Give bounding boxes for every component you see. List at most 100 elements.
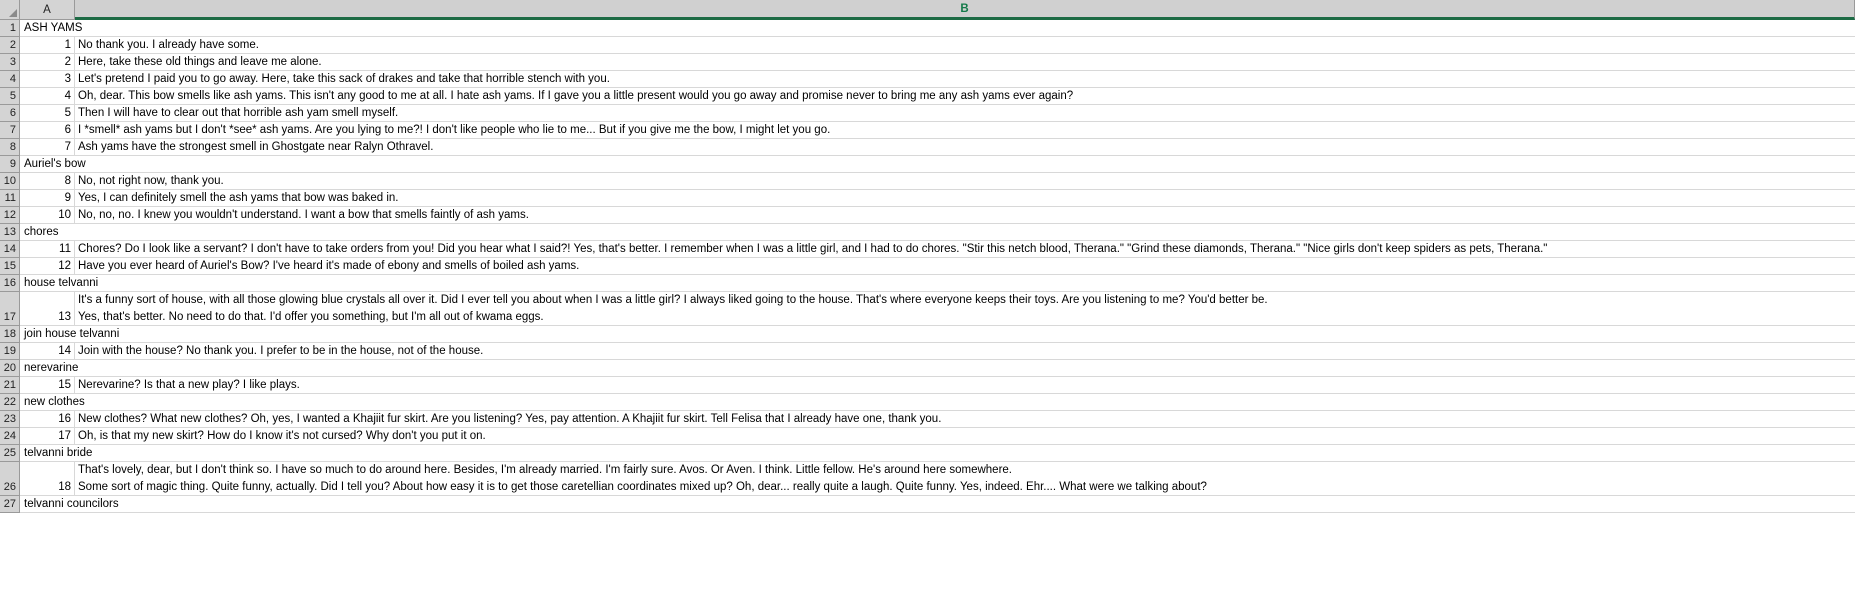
row-header[interactable]: 25 [0, 445, 20, 462]
cell-b[interactable] [75, 156, 1855, 173]
cell-b[interactable]: Ash yams have the strongest smell in Gho… [75, 139, 1855, 156]
row-header[interactable]: 23 [0, 411, 20, 428]
cell-a-topic[interactable]: telvanni bride [20, 445, 92, 462]
cell-b[interactable]: Have you ever heard of Auriel's Bow? I'v… [75, 258, 1855, 275]
row-header[interactable]: 21 [0, 377, 20, 394]
table-row[interactable]: 8 7 Ash yams have the strongest smell in G… [0, 139, 1855, 156]
row-header[interactable]: 24 [0, 428, 20, 445]
cell-b[interactable] [75, 275, 1855, 292]
cell-a[interactable]: 18 [20, 462, 75, 496]
row-header[interactable]: 5 [0, 88, 20, 105]
row-header[interactable]: 15 [0, 258, 20, 275]
cell-a-index[interactable]: 7 [20, 139, 75, 156]
table-row[interactable]: 11 9 Yes, I can definitely smell the ash y… [0, 190, 1855, 207]
row-header[interactable]: 1 [0, 20, 20, 37]
table-row[interactable]: 14 11 Chores? Do I look like a servant? I … [0, 241, 1855, 258]
table-row[interactable]: 21 15 Nerevarine? Is that a new play? I li… [0, 377, 1855, 394]
cell-a-index[interactable]: 4 [20, 88, 75, 105]
row-header[interactable]: 12 [0, 207, 20, 224]
cell-a-index[interactable]: 8 [20, 173, 75, 190]
cell-b[interactable]: Yes, I can definitely smell the ash yams… [75, 190, 1855, 207]
row-header[interactable]: 20 [0, 360, 20, 377]
cell-b[interactable]: New clothes? What new clothes? Oh, yes, … [75, 411, 1855, 428]
table-row[interactable]: 18 join house telvanni [0, 326, 1855, 343]
cell-b[interactable]: Here, take these old things and leave me… [75, 54, 1855, 71]
row-header[interactable]: 26 [0, 462, 20, 496]
table-row[interactable]: 2 1 No thank you. I already have some. [0, 37, 1855, 54]
cell-a-index[interactable]: 2 [20, 54, 75, 71]
row-header[interactable]: 13 [0, 224, 20, 241]
cell-a-topic[interactable]: nerevarine [20, 360, 78, 377]
table-row[interactable]: 15 12 Have you ever heard of Auriel's Bow?… [0, 258, 1855, 275]
table-row[interactable]: 25 telvanni bride [0, 445, 1855, 462]
cell-a-index[interactable]: 1 [20, 37, 75, 54]
cell-b[interactable]: It's a funny sort of house, with all tho… [75, 292, 1855, 326]
row-header[interactable]: 14 [0, 241, 20, 258]
table-row[interactable]: 23 16 New clothes? What new clothes? Oh, y… [0, 411, 1855, 428]
cell-b[interactable]: No, not right now, thank you. [75, 173, 1855, 190]
cell-b[interactable]: Oh, is that my new skirt? How do I know … [75, 428, 1855, 445]
cell-a-topic[interactable]: join house telvanni [20, 326, 119, 343]
cell-a-index[interactable]: 14 [20, 343, 75, 360]
cell-b[interactable]: Join with the house? No thank you. I pre… [75, 343, 1855, 360]
column-header-a[interactable]: A [20, 0, 75, 20]
table-row[interactable]: 17 13 It's a funny sort of house, with all… [0, 292, 1855, 326]
table-row[interactable]: 6 5 Then I will have to clear out that hor… [0, 105, 1855, 122]
cell-a[interactable]: 13 [20, 292, 75, 326]
cell-b[interactable] [75, 445, 1855, 462]
cell-b[interactable]: Let's pretend I paid you to go away. Her… [75, 71, 1855, 88]
table-row[interactable]: 24 17 Oh, is that my new skirt? How do I k… [0, 428, 1855, 445]
cell-b[interactable]: Oh, dear. This bow smells like ash yams.… [75, 88, 1855, 105]
table-row[interactable]: 9 Auriel's bow [0, 156, 1855, 173]
table-row[interactable]: 1 ASH YAMS [0, 20, 1855, 37]
table-row[interactable]: 19 14 Join with the house? No thank you. I… [0, 343, 1855, 360]
cell-a-index[interactable]: 9 [20, 190, 75, 207]
row-header[interactable]: 22 [0, 394, 20, 411]
table-row[interactable]: 20 nerevarine [0, 360, 1855, 377]
table-row[interactable]: 12 10 No, no, no. I knew you wouldn't unde… [0, 207, 1855, 224]
select-all-corner[interactable] [0, 0, 20, 20]
row-header[interactable]: 8 [0, 139, 20, 156]
cell-a-topic[interactable]: chores [20, 224, 75, 241]
table-row[interactable]: 4 3 Let's pretend I paid you to go away. H… [0, 71, 1855, 88]
cell-b[interactable]: Chores? Do I look like a servant? I don'… [75, 241, 1855, 258]
table-row[interactable]: 27 telvanni councilors [0, 496, 1855, 513]
table-row[interactable]: 16 house telvanni [0, 275, 1855, 292]
column-header-b[interactable]: B [75, 0, 1855, 20]
cell-b[interactable]: Nerevarine? Is that a new play? I like p… [75, 377, 1855, 394]
row-header[interactable]: 19 [0, 343, 20, 360]
cell-b[interactable]: No thank you. I already have some. [75, 37, 1855, 54]
table-row[interactable]: 13 chores [0, 224, 1855, 241]
cell-b[interactable]: No, no, no. I knew you wouldn't understa… [75, 207, 1855, 224]
table-row[interactable]: 10 8 No, not right now, thank you. [0, 173, 1855, 190]
cell-b[interactable] [75, 496, 1855, 513]
cell-a-index[interactable]: 10 [20, 207, 75, 224]
row-header[interactable]: 11 [0, 190, 20, 207]
cell-a-index[interactable]: 11 [20, 241, 75, 258]
cell-b[interactable] [75, 394, 1855, 411]
cell-b[interactable] [75, 224, 1855, 241]
cell-a-index[interactable]: 12 [20, 258, 75, 275]
row-header[interactable]: 10 [0, 173, 20, 190]
cell-a-index[interactable]: 17 [20, 428, 75, 445]
table-row[interactable]: 26 18 That's lovely, dear, but I don't thi… [0, 462, 1855, 496]
cell-a-topic[interactable]: ASH YAMS [20, 20, 82, 37]
cell-b[interactable]: That's lovely, dear, but I don't think s… [75, 462, 1855, 496]
cell-b[interactable] [75, 360, 1855, 377]
cell-b[interactable] [75, 20, 1855, 37]
row-header[interactable]: 17 [0, 292, 20, 326]
table-row[interactable]: 76I *smell* ash yams but I don't *see* a… [0, 122, 1855, 139]
cell-a-topic[interactable]: telvanni councilors [20, 496, 119, 513]
cell-b[interactable]: I *smell* ash yams but I don't *see* ash… [75, 122, 1855, 139]
row-header[interactable]: 7 [0, 122, 20, 139]
cell-b[interactable]: Then I will have to clear out that horri… [75, 105, 1855, 122]
cell-a-topic[interactable]: Auriel's bow [20, 156, 86, 173]
cell-a-index[interactable]: 6 [20, 122, 75, 139]
cell-a-index[interactable]: 3 [20, 71, 75, 88]
row-header[interactable]: 18 [0, 326, 20, 343]
row-header[interactable]: 2 [0, 37, 20, 54]
cell-a-index[interactable]: 5 [20, 105, 75, 122]
row-header[interactable]: 4 [0, 71, 20, 88]
row-header[interactable]: 9 [0, 156, 20, 173]
table-row[interactable]: 22 new clothes [0, 394, 1855, 411]
